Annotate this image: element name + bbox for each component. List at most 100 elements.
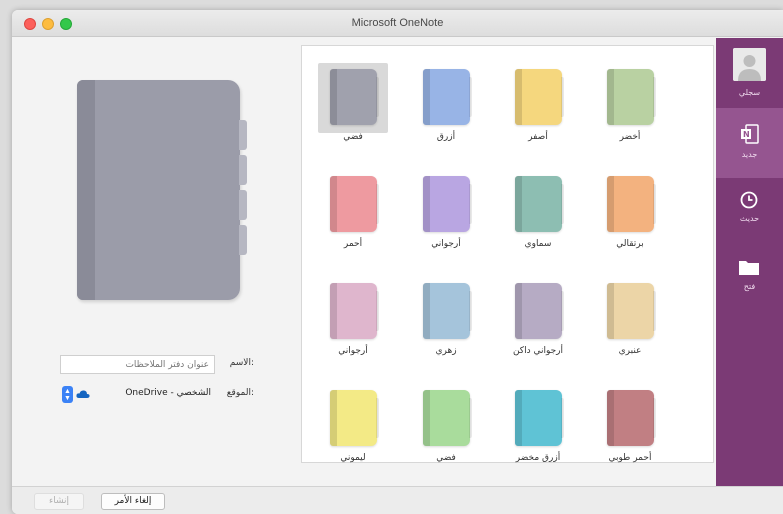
notebook-spine (423, 176, 430, 232)
notebook-color-label: فضي (343, 132, 363, 142)
create-button[interactable]: إنشاء (34, 493, 84, 510)
notebook-preview (77, 80, 247, 300)
sidebar-item-open[interactable]: فتح (716, 248, 783, 318)
name-label: الاسم: (229, 358, 254, 368)
notebook-color-option[interactable]: سماوي (498, 158, 590, 254)
notebook-color-option[interactable]: أخضر (590, 51, 682, 147)
sidebar-item-new[interactable]: N جديد (716, 108, 783, 178)
notebook-spine (515, 390, 522, 446)
notebook-icon (423, 69, 472, 125)
notebook-color-option[interactable]: برتقالي (590, 158, 682, 254)
notebook-edge (469, 77, 472, 117)
notebook-color-option[interactable]: أرجواني (406, 158, 498, 254)
notebook-spine (515, 283, 522, 339)
notebook-edge (561, 291, 564, 331)
notebook-icon (607, 390, 656, 446)
notebook-icon (607, 283, 656, 339)
notebook-color-grid: أخضر أصفر أزرق فضي برتقالي سماوي أرجواني أحمر عن… (301, 45, 714, 463)
section-tab (239, 120, 247, 150)
notebook-spine (515, 176, 522, 232)
sidebar-item-label: حديث (739, 214, 760, 223)
notebook-edge (561, 398, 564, 438)
notebook-icon (607, 176, 656, 232)
title-bar: Microsoft OneNote (12, 10, 783, 37)
notebook-edge (469, 184, 472, 224)
notebook-color-option[interactable]: فضي (406, 372, 498, 468)
new-notebook-icon: N (741, 124, 759, 144)
location-select[interactable]: الشخصي - OneDrive (94, 386, 215, 403)
onedrive-cloud-icon (76, 390, 90, 398)
notebook-icon (515, 390, 564, 446)
notebook-color-label: أخضر (619, 132, 641, 142)
window-title: Microsoft OneNote (351, 17, 444, 29)
notebook-spine (423, 390, 430, 446)
onenote-window: Microsoft OneNote الاسم: ▲ ▼ الشخصي - On… (12, 10, 783, 514)
notebook-color-option[interactable]: أصفر (498, 51, 590, 147)
notebook-color-option[interactable]: أحمر (313, 158, 405, 254)
notebook-color-label: أحمر طوبي (608, 453, 652, 463)
notebook-color-label: أرجواني (431, 239, 461, 249)
notebook-spine (607, 176, 614, 232)
notebook-edge (376, 77, 379, 117)
notebook-color-label: أصفر (528, 132, 548, 142)
notebook-color-label: برتقالي (616, 239, 644, 249)
notebook-edge (561, 77, 564, 117)
notebook-color-label: فضي (436, 453, 456, 463)
notebook-edge (561, 184, 564, 224)
sidebar-item-account[interactable]: سجلي (716, 38, 783, 108)
notebook-spine (423, 69, 430, 125)
notebook-color-option[interactable]: ليموني (313, 372, 405, 468)
chevron-up-icon: ▲ (64, 387, 71, 395)
notebook-color-option[interactable]: أرجواني داكن (498, 265, 590, 361)
location-label: الموقع: (226, 388, 254, 398)
notebook-edge (653, 184, 656, 224)
notebook-icon (330, 176, 379, 232)
notebook-edge (469, 398, 472, 438)
notebook-icon (423, 176, 472, 232)
notebook-icon (515, 283, 564, 339)
notebook-spine (607, 390, 614, 446)
cancel-button[interactable]: إلغاء الأمر (101, 493, 165, 510)
svg-text:N: N (743, 130, 750, 139)
notebook-spine (607, 69, 614, 125)
notebook-color-label: سماوي (524, 239, 552, 249)
notebook-icon (423, 283, 472, 339)
notebook-preview-spine (77, 80, 95, 300)
notebook-edge (469, 291, 472, 331)
notebook-color-option[interactable]: أرجواني (313, 265, 405, 361)
notebook-spine (330, 69, 337, 125)
notebook-edge (376, 184, 379, 224)
notebook-color-option[interactable]: أحمر طوبي (590, 372, 682, 468)
notebook-color-option[interactable]: فضي (313, 51, 405, 147)
sidebar-item-label: فتح (743, 282, 756, 291)
notebook-spine (330, 390, 337, 446)
notebook-color-option[interactable]: عنبري (590, 265, 682, 361)
notebook-color-option[interactable]: أزرق (406, 51, 498, 147)
notebook-spine (515, 69, 522, 125)
notebook-edge (376, 291, 379, 331)
notebook-edge (653, 77, 656, 117)
account-avatar-icon (733, 48, 766, 81)
notebook-edge (376, 398, 379, 438)
notebook-icon (607, 69, 656, 125)
notebook-color-label: أرجواني (338, 346, 368, 356)
section-tab (239, 155, 247, 185)
notebook-color-label: زهري (435, 346, 457, 356)
notebook-icon (515, 69, 564, 125)
notebook-icon (515, 176, 564, 232)
notebook-color-label: أحمر (343, 239, 363, 249)
notebook-color-label: أرجواني داكن (512, 346, 564, 356)
sidebar-item-recent[interactable]: حديث (716, 178, 783, 248)
section-tab (239, 190, 247, 220)
notebook-color-label: ليموني (340, 453, 366, 463)
notebook-spine (607, 283, 614, 339)
notebook-icon (330, 390, 379, 446)
notebook-color-option[interactable]: زهري (406, 265, 498, 361)
notebook-name-input[interactable] (60, 355, 215, 374)
sidebar-item-label: سجلي (738, 88, 761, 97)
location-stepper[interactable]: ▲ ▼ (62, 386, 73, 403)
notebook-spine (330, 176, 337, 232)
notebook-color-option[interactable]: أزرق مخضر (498, 372, 590, 468)
notebook-color-label: أزرق مخضر (515, 453, 561, 463)
chevron-down-icon: ▼ (64, 394, 71, 402)
